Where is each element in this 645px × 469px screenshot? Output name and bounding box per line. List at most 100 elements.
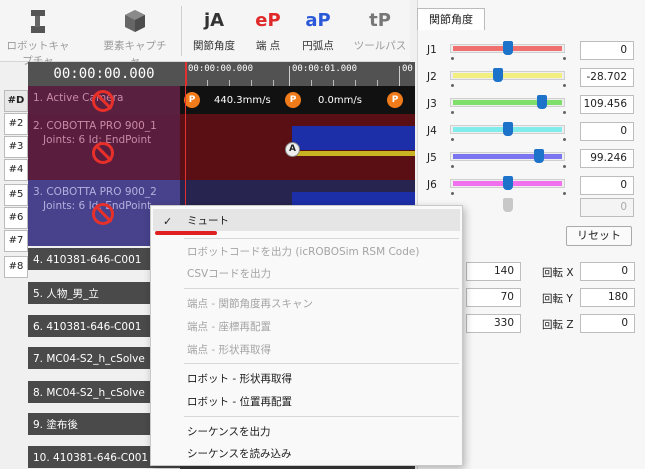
arc-point-button[interactable]: aP 円弧点 — [296, 8, 340, 53]
ruler-label-2: 00 — [402, 64, 413, 74]
ruler-tick — [399, 66, 400, 86]
toolbar-separator — [181, 6, 182, 56]
no-entry-icon — [92, 142, 114, 164]
slider-tick — [563, 138, 566, 141]
tab-5[interactable]: #5 — [4, 184, 28, 206]
slider-thumb[interactable] — [503, 41, 513, 55]
joint-value-j4[interactable]: 0 — [580, 122, 634, 141]
joint-value-j3[interactable]: 109.456 — [580, 95, 634, 114]
slider-thumb[interactable] — [493, 68, 503, 82]
rotation-x-label: 回転 X — [542, 267, 574, 279]
joint-label: J6 — [427, 179, 437, 191]
slider-tick — [563, 57, 566, 60]
joint-slider-j5[interactable] — [450, 152, 565, 161]
arc-point-label: 円弧点 — [302, 40, 334, 52]
menu-item-endpoint-relocate[interactable]: 端点 - 座標再配置 — [187, 319, 271, 334]
tab-6[interactable]: #6 — [4, 207, 28, 229]
slider-fill — [453, 73, 562, 78]
context-menu: ✓ ミュート ロボットコードを出力 (icROBOSim RSM Code) C… — [150, 205, 463, 466]
slider-tick — [451, 111, 454, 114]
timecode-display: 00:00:00.000 — [28, 62, 180, 86]
menu-separator — [184, 238, 459, 239]
playhead[interactable] — [185, 62, 187, 86]
rotation-z-field[interactable]: 0 — [580, 314, 635, 333]
cube-icon — [125, 10, 145, 32]
element-capture-button[interactable]: 要素キャプチャ — [100, 8, 170, 68]
position-z-field[interactable]: 330 — [466, 314, 521, 333]
tab-8[interactable]: #8 — [4, 256, 28, 278]
tab-7[interactable]: #7 — [4, 230, 28, 252]
row-label: 10. 410381-646-C001 — [33, 452, 149, 464]
menu-item-endpoint-reshape[interactable]: 端点 - 形状再取得 — [187, 342, 271, 357]
menu-item-robot-reshape[interactable]: ロボット - 形状再取得 — [187, 371, 292, 386]
menu-separator — [184, 288, 459, 289]
ruler-tick — [289, 66, 290, 86]
timeline-ruler[interactable]: 00:00:00.000 00:00:01.000 00 — [180, 62, 415, 86]
robot-capture-button[interactable]: ロボットキャプチャ — [6, 8, 70, 68]
row-label: 4. 410381-646-C001 — [33, 254, 142, 266]
tab-2[interactable]: #2 — [4, 113, 28, 135]
slider-tick — [563, 84, 566, 87]
menu-item-import-sequence[interactable]: シーケンスを読み込み — [187, 446, 291, 461]
rotation-x-field[interactable]: 0 — [580, 262, 635, 281]
menu-item-export-sequence[interactable]: シーケンスを出力 — [187, 424, 270, 439]
joint-angle-icon: jA — [203, 10, 225, 31]
joint-slider-j2[interactable] — [450, 71, 565, 80]
reset-button[interactable]: リセット — [566, 226, 632, 246]
position-y-field[interactable]: 70 — [466, 288, 521, 307]
tool-path-button[interactable]: tP ツールパス — [350, 8, 410, 53]
tab-3[interactable]: #3 — [4, 136, 28, 158]
joint-value-j2[interactable]: -28.702 — [580, 68, 634, 87]
joint-value-j5[interactable]: 99.246 — [580, 149, 634, 168]
joint-label: J5 — [427, 152, 437, 164]
speed-label: 440.3mm/s — [214, 95, 271, 106]
slider-fill — [453, 154, 562, 159]
rotation-z-label: 回転 Z — [542, 319, 574, 331]
rotation-y-label: 回転 Y — [542, 293, 573, 305]
slider-tick — [451, 138, 454, 141]
slider-tick — [563, 192, 566, 195]
slider-thumb[interactable] — [503, 122, 513, 136]
menu-item-endpoint-rescan[interactable]: 端点 - 関節角度再スキャン — [187, 296, 313, 311]
row-label: 5. 人物_男_立 — [33, 288, 99, 300]
tab-4[interactable]: #4 — [4, 159, 28, 181]
tab-d[interactable]: #D — [4, 90, 28, 112]
rotation-y-field[interactable]: 180 — [580, 288, 635, 307]
slider-tick — [563, 165, 566, 168]
row-label: 7. MC04-S2_h_cSolve — [33, 353, 145, 365]
position-x-field[interactable]: 140 — [466, 262, 521, 281]
slider-thumb[interactable] — [534, 149, 544, 163]
slider-thumb[interactable] — [503, 176, 513, 190]
menu-item-export-csv[interactable]: CSVコードを出力 — [187, 266, 271, 281]
slider-thumb — [503, 198, 513, 212]
arc-point-marker[interactable]: A — [285, 142, 300, 157]
motion-segment-bar — [292, 151, 415, 156]
joint-label: J1 — [427, 44, 437, 56]
joint-slider-j3[interactable] — [450, 98, 565, 107]
row-label: 8. MC04-S2_h_cSolve — [33, 387, 145, 399]
menu-item-export-robot-code[interactable]: ロボットコードを出力 (icROBOSim RSM Code) — [187, 244, 419, 259]
tab-joint-angle[interactable]: 関節角度 — [417, 8, 485, 30]
slider-tick — [451, 192, 454, 195]
slider-thumb[interactable] — [537, 95, 547, 109]
endpoint-label: 端 点 — [255, 40, 281, 52]
menu-item-mute[interactable]: ✓ ミュート — [153, 209, 460, 235]
tool-path-label: ツールパス — [353, 40, 407, 52]
no-entry-icon — [92, 203, 114, 225]
joint-label: J2 — [427, 71, 437, 83]
slider-tick — [563, 111, 566, 114]
slider-tick — [451, 84, 454, 87]
ruler-label-0: 00:00:00.000 — [188, 64, 254, 74]
keyframe-marker[interactable]: P — [285, 92, 301, 108]
joint-angle-label: 関節角度 — [193, 40, 235, 52]
endpoint-button[interactable]: eP 端 点 — [248, 8, 288, 53]
joint-value-j6[interactable]: 0 — [580, 176, 634, 195]
menu-separator — [184, 363, 459, 364]
joint-value-j1[interactable]: 0 — [580, 41, 634, 60]
joint-angle-button[interactable]: jA 関節角度 — [186, 8, 242, 53]
keyframe-marker[interactable]: P — [184, 92, 200, 108]
motion-segment[interactable] — [292, 126, 415, 150]
menu-item-robot-relocate[interactable]: ロボット - 位置再配置 — [187, 394, 292, 409]
robot-arm-icon — [31, 10, 45, 33]
keyframe-marker[interactable]: P — [387, 92, 403, 108]
